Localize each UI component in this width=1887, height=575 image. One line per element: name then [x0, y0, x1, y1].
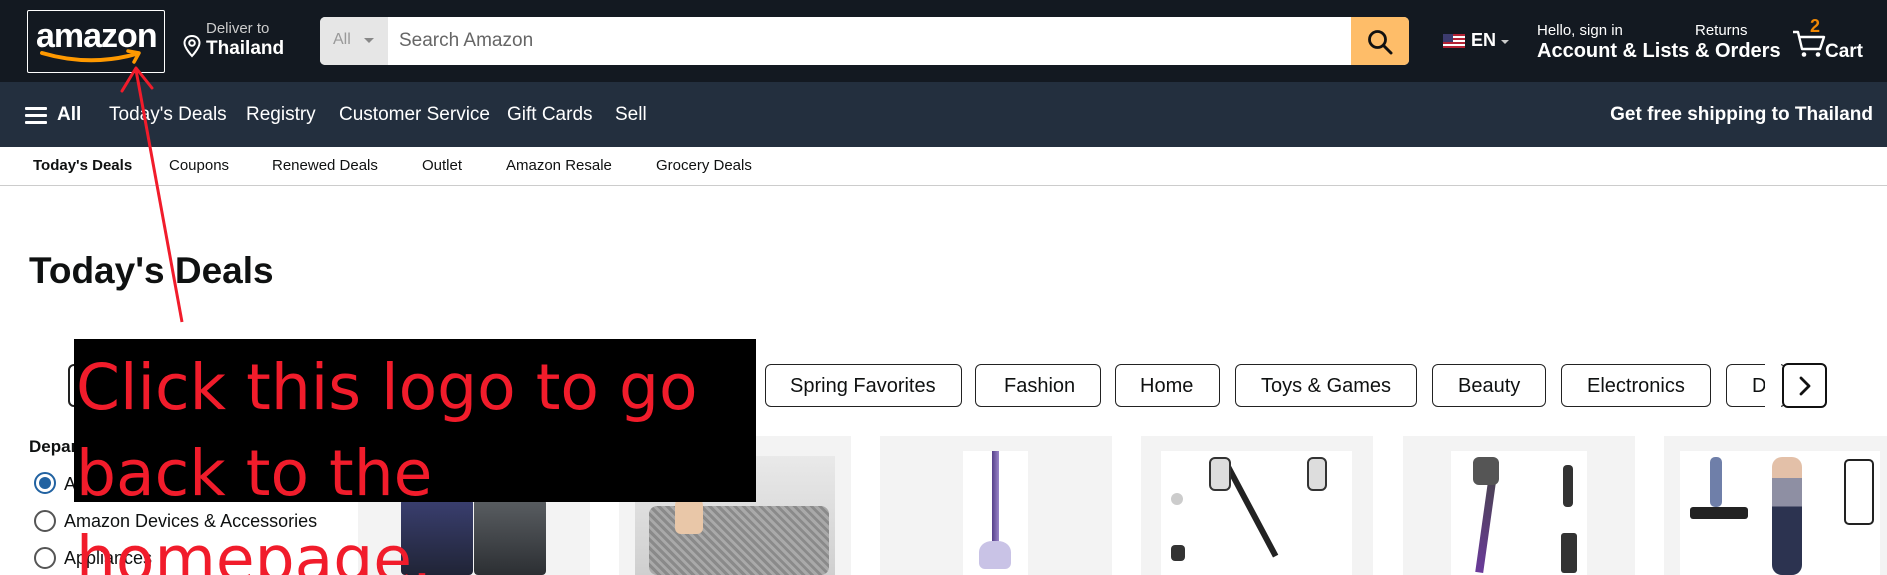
deliver-label: Deliver to	[206, 20, 270, 37]
category-pill-electronics[interactable]: Electronics	[1561, 364, 1711, 407]
location-pin-icon	[183, 34, 201, 58]
category-pill-label: Electronics	[1587, 375, 1685, 397]
category-pill-label: Beauty	[1458, 375, 1521, 397]
category-pill-beauty[interactable]: Beauty	[1432, 364, 1546, 407]
cart-icon	[1793, 30, 1826, 57]
nav-link-gift-cards[interactable]: Gift Cards	[507, 104, 593, 126]
language-code: EN	[1471, 30, 1497, 50]
product-image-vacuum	[963, 451, 1028, 575]
category-pill-fashion[interactable]: Fashion	[975, 364, 1101, 407]
account-label: Account & Lists	[1537, 40, 1690, 62]
hamburger-icon	[25, 107, 47, 124]
account-and-lists[interactable]: Hello, sign in Account & Lists	[1537, 22, 1689, 63]
pill-scroll-fade	[1765, 360, 1781, 410]
nav-link-sell[interactable]: Sell	[615, 104, 647, 126]
returns-label: Returns	[1695, 22, 1748, 39]
deals-tab-grocery-deals[interactable]: Grocery Deals	[656, 157, 752, 174]
search-bar: All	[320, 17, 1409, 65]
deals-tab-coupons[interactable]: Coupons	[169, 157, 229, 174]
product-image-walking-pad	[1680, 451, 1880, 575]
nav-link-todays-deals[interactable]: Today's Deals	[109, 104, 227, 126]
category-pill-label: Fashion	[1004, 375, 1076, 397]
shipping-promo-link[interactable]: Get free shipping to Thailand	[1610, 104, 1873, 126]
category-pill-label: Spring Favorites	[790, 375, 936, 397]
search-category-select[interactable]: All	[320, 17, 388, 65]
deals-tab-amazon-resale[interactable]: Amazon Resale	[506, 157, 612, 174]
search-icon	[1368, 30, 1393, 55]
cart-label: Cart	[1825, 41, 1864, 62]
top-navbar: amazon Deliver to Thailand All Search Am…	[0, 0, 1887, 82]
returns-and-orders[interactable]: Returns & Orders	[1695, 22, 1781, 63]
annotation-text: Click this logo to go back to the homepa…	[76, 351, 698, 575]
account-greeting: Hello, sign in	[1537, 22, 1623, 39]
amazon-logo[interactable]: amazon	[27, 10, 165, 73]
caret-down-icon	[1501, 40, 1509, 44]
chevron-right-icon	[1799, 376, 1811, 396]
product-image-cordless-vacuum	[1451, 451, 1587, 575]
search-button[interactable]	[1351, 17, 1409, 65]
department-radio-appliances[interactable]	[34, 547, 56, 569]
search-input[interactable]	[388, 17, 1343, 65]
department-radio-all[interactable]	[34, 472, 56, 494]
deals-subnav: Today's Deals Coupons Renewed Deals Outl…	[0, 147, 1887, 186]
category-pill-label: Toys & Games	[1261, 375, 1392, 397]
orders-label: & Orders	[1695, 40, 1781, 62]
deals-tab-outlet[interactable]: Outlet	[422, 157, 462, 174]
nav-link-registry[interactable]: Registry	[246, 104, 316, 126]
all-menu-label: All	[57, 104, 82, 125]
nav-link-customer-service[interactable]: Customer Service	[339, 104, 490, 126]
category-pill-label: Home	[1140, 375, 1194, 397]
deal-card[interactable]	[1141, 436, 1373, 575]
search-category-label: All	[333, 31, 351, 48]
cart-button[interactable]: 2 Cart	[1792, 16, 1882, 66]
main-menu-bar: All Today's Deals Registry Customer Serv…	[0, 82, 1887, 147]
cart-count: 2	[1810, 16, 1821, 36]
product-image-stick-vacuum	[1161, 451, 1352, 575]
deals-tab-todays-deals[interactable]: Today's Deals	[33, 157, 132, 174]
department-filter-heading: Depar	[29, 437, 78, 456]
deals-tab-renewed-deals[interactable]: Renewed Deals	[272, 157, 378, 174]
deal-card[interactable]	[1664, 436, 1887, 575]
annotation-callout: Click this logo to go back to the homepa…	[74, 339, 756, 575]
category-pill-toys-games[interactable]: Toys & Games	[1235, 364, 1417, 407]
deliver-location: Thailand	[206, 38, 285, 59]
us-flag-icon	[1443, 34, 1465, 48]
smile-arrow-icon	[40, 49, 141, 64]
deal-card[interactable]	[1403, 436, 1635, 575]
page-title: Today's Deals	[29, 250, 274, 291]
amazon-deals-page: amazon Deliver to Thailand All Search Am…	[0, 0, 1887, 575]
caret-down-icon	[364, 38, 374, 43]
deal-card[interactable]	[880, 436, 1112, 575]
category-scroll-right-button[interactable]	[1782, 363, 1827, 408]
category-pill-home[interactable]: Home	[1115, 364, 1220, 407]
department-radio-devices[interactable]	[34, 510, 56, 532]
category-pill-spring-favorites[interactable]: Spring Favorites	[765, 364, 962, 407]
